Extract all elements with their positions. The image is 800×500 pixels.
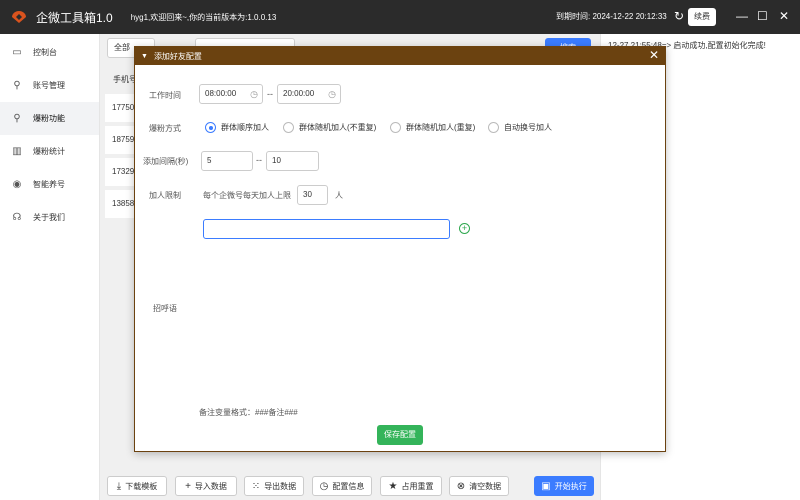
monitor-icon: ▭ — [12, 46, 22, 58]
sidebar: ▭ 控制台 ⚲ 账号管理 ⚲ 爆粉功能 ▥ 爆粉统计 ◉ 智能养号 ☊ 关于我们 — [0, 34, 100, 500]
export-data-button[interactable]: ⁙ 导出数据 — [244, 476, 304, 496]
button-label: 配置信息 — [332, 481, 365, 491]
daily-limit-input[interactable]: 30 — [297, 185, 328, 205]
interval-min-input[interactable]: 5 — [201, 151, 253, 171]
sidebar-item-label: 账号管理 — [33, 81, 65, 90]
reset-occupied-button[interactable]: ★ 占用重置 — [380, 476, 442, 496]
button-label: 清空数据 — [469, 481, 502, 491]
add-greeting-icon[interactable]: + — [459, 223, 470, 234]
save-config-button[interactable]: 保存配置 — [377, 425, 423, 445]
sidebar-item-label: 关于我们 — [33, 213, 65, 222]
clock-icon: ◷ — [328, 89, 336, 99]
clear-data-button[interactable]: ⊗ 清空数据 — [449, 476, 509, 496]
triangle-icon: ▼ — [141, 52, 148, 60]
radio-label: 群体随机加人(重复) — [406, 123, 476, 132]
radio-label: 群体顺序加人 — [221, 123, 269, 132]
download-icon: ⤓ — [116, 480, 122, 492]
radio-dot — [205, 122, 216, 133]
webcam-icon: ◉ — [12, 178, 22, 190]
renew-button[interactable]: 续费 — [688, 8, 716, 26]
limit-unit: 人 — [335, 191, 343, 200]
button-label: 占用重置 — [401, 481, 434, 491]
interval-label: 添加间隔(秒) — [143, 157, 189, 166]
save-icon: ▣ — [541, 480, 551, 492]
clock-icon: ◷ — [250, 89, 258, 99]
dialog-title-bar: ▼ 添加好友配置 — [135, 47, 665, 65]
radio-dot — [283, 122, 294, 133]
button-label: 开始执行 — [554, 481, 587, 491]
button-label: 下载模板 — [125, 481, 158, 491]
radio-dot — [390, 122, 401, 133]
dialog-close-icon[interactable]: ✕ — [649, 48, 659, 62]
maximize-icon[interactable]: ☐ — [757, 9, 768, 23]
refresh-icon[interactable]: ↻ — [674, 9, 684, 23]
sidebar-item-label: 爆粉统计 — [33, 147, 65, 156]
list-item[interactable]: 17329 — [105, 158, 137, 186]
work-time-label: 工作时间 — [149, 91, 181, 100]
radio-label: 自动换号加人 — [504, 123, 552, 132]
limit-label: 加人限制 — [149, 191, 181, 200]
welcome-text: hyg1,欢迎回来~,你的当前版本为:1.0.0.13 — [130, 12, 277, 22]
title-bar: 企微工具箱1.0 hyg1,欢迎回来~,你的当前版本为:1.0.0.13 到期时… — [0, 0, 800, 34]
greeting-input[interactable] — [203, 219, 450, 239]
sidebar-item-accounts[interactable]: ⚲ 账号管理 — [0, 69, 99, 102]
sidebar-item-about[interactable]: ☊ 关于我们 — [0, 201, 99, 234]
download-template-button[interactable]: ⤓ 下载模板 — [107, 476, 167, 496]
sidebar-item-label: 爆粉功能 — [33, 114, 65, 123]
clock-icon: ◷ — [319, 480, 329, 492]
import-data-button[interactable]: + 导入数据 — [175, 476, 237, 496]
sidebar-item-stats[interactable]: ▥ 爆粉统计 — [0, 135, 99, 168]
headset-icon: ☊ — [12, 211, 22, 223]
sidebar-item-add-fans[interactable]: ⚲ 爆粉功能 — [0, 102, 99, 135]
mode-radio-sequential[interactable]: 群体顺序加人 — [205, 122, 269, 133]
bottom-toolbar: ⤓ 下载模板 + 导入数据 ⁙ 导出数据 ◷ 配置信息 ★ 占用重置 ⊗ 清空数据 ▣ 开始执… — [100, 472, 600, 500]
clear-icon: ⊗ — [456, 480, 466, 492]
expiry-text: 到期时间: 2024-12-22 20:12:33 — [556, 12, 667, 21]
app-title: 企微工具箱1.0 — [36, 10, 113, 25]
interval-separator: -- — [256, 155, 262, 165]
sidebar-item-dashboard[interactable]: ▭ 控制台 — [0, 36, 99, 69]
start-time-value: 08:00:00 — [205, 89, 237, 98]
radio-dot — [488, 122, 499, 133]
list-item[interactable]: 13858 — [105, 190, 137, 218]
time-separator: -- — [267, 89, 273, 99]
list-item[interactable]: 18759 — [105, 126, 137, 154]
sidebar-item-label: 智能养号 — [33, 180, 65, 189]
variable-format-note: 备注变量格式：###备注### — [199, 408, 298, 417]
list-item[interactable]: 17750 — [105, 94, 137, 122]
end-time-value: 20:00:00 — [283, 89, 315, 98]
sidebar-item-nurture[interactable]: ◉ 智能养号 — [0, 168, 99, 201]
app-logo-icon — [10, 8, 28, 26]
star-icon: ★ — [388, 480, 398, 492]
mode-radio-auto-switch[interactable]: 自动换号加人 — [488, 122, 552, 133]
user-icon: ⚲ — [13, 79, 21, 91]
interval-max-input[interactable]: 10 — [266, 151, 319, 171]
button-label: 导入数据 — [194, 481, 227, 491]
minimize-icon[interactable]: — — [736, 9, 748, 23]
start-button[interactable]: ▣ 开始执行 — [534, 476, 594, 496]
mode-label: 爆粉方式 — [149, 124, 181, 133]
mode-radio-random-no-repeat[interactable]: 群体随机加人(不重复) — [283, 122, 376, 133]
mode-radio-random-repeat[interactable]: 群体随机加人(重复) — [390, 122, 475, 133]
close-icon[interactable]: ✕ — [779, 9, 789, 23]
grid-icon: ⁙ — [251, 480, 261, 492]
user-add-icon: ⚲ — [13, 112, 21, 124]
start-time-input[interactable]: 08:00:00 ◷ — [199, 84, 263, 104]
limit-description: 每个企微号每天加人上限 — [203, 191, 291, 200]
config-info-button[interactable]: ◷ 配置信息 — [312, 476, 372, 496]
greeting-label: 招呼语 — [153, 304, 177, 313]
dialog-title: 添加好友配置 — [153, 51, 202, 61]
end-time-input[interactable]: 20:00:00 ◷ — [277, 84, 341, 104]
add-friend-config-dialog: ▼ 添加好友配置 ✕ 工作时间 08:00:00 ◷ -- 20:00:00 ◷… — [134, 46, 666, 452]
plus-icon: + — [185, 480, 191, 492]
chart-icon: ▥ — [12, 145, 22, 157]
radio-label: 群体随机加人(不重复) — [299, 123, 377, 132]
button-label: 导出数据 — [264, 481, 297, 491]
sidebar-item-label: 控制台 — [33, 48, 57, 57]
